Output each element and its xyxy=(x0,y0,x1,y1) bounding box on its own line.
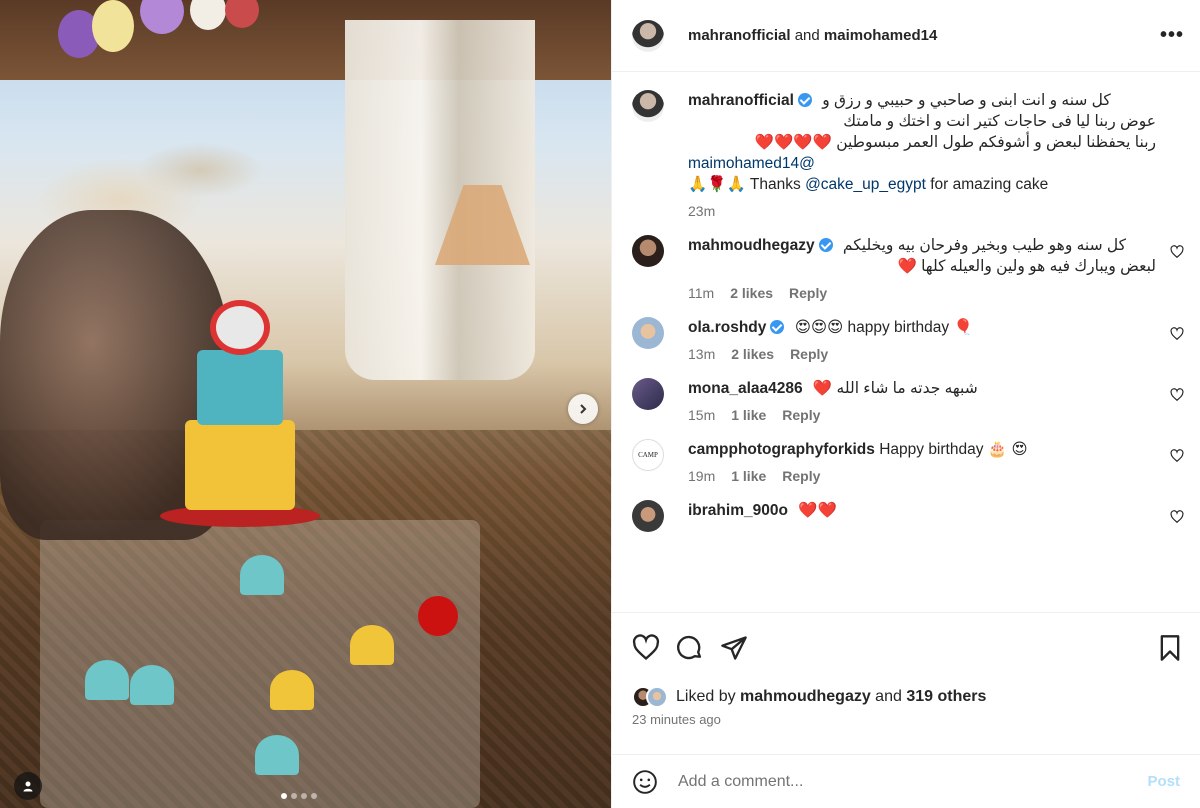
cupcake xyxy=(85,660,129,700)
comment-text: ❤️❤️ xyxy=(798,502,837,519)
cupcake xyxy=(130,665,174,705)
commenter-avatar[interactable] xyxy=(632,378,664,410)
commenter-username[interactable]: ibrahim_900o xyxy=(688,502,788,519)
liked-by-user[interactable]: mahmoudhegazy xyxy=(740,688,871,705)
comment-text: لبعض ويبارك فيه هو ولين والعيله كلها ❤️ xyxy=(897,258,1156,275)
commenter-avatar[interactable] xyxy=(632,235,664,267)
more-options-icon[interactable]: ••• xyxy=(1160,24,1184,47)
post-actions xyxy=(612,612,1200,682)
caption-thanks-pre: 🙏🌹🙏 Thanks xyxy=(688,176,806,193)
caption-line: ربنا يحفظنا لبعض و أشوفكم طول العمر مبسو… xyxy=(754,134,1156,151)
add-comment-bar: Post xyxy=(612,754,1200,808)
caption-thanks-post: for amazing cake xyxy=(925,176,1049,193)
comment-likes[interactable]: 1 like xyxy=(731,468,766,484)
red-rose xyxy=(418,596,458,636)
caption-username[interactable]: mahranofficial xyxy=(688,92,794,109)
comment-text: كل سنه وهو طيب وبخير وفرحان بيه ويخليكم xyxy=(842,237,1127,254)
like-heart-icon[interactable] xyxy=(632,633,660,662)
reply-button[interactable]: Reply xyxy=(782,468,820,484)
caption: mahranofficial كل سنه و انت ابنى و صاحبي… xyxy=(632,90,1184,219)
carousel-dot xyxy=(281,793,287,799)
commenter-avatar[interactable]: CAMP xyxy=(632,439,664,471)
post-photo[interactable] xyxy=(0,0,611,808)
post-comment-button[interactable]: Post xyxy=(1147,773,1180,790)
post-time[interactable]: 23 minutes ago xyxy=(612,712,1200,734)
liked-by-prefix: Liked by xyxy=(676,688,741,705)
caption-avatar[interactable] xyxy=(632,90,664,122)
comment-item: ola.roshdy 😍😍😍 happy birthday 🎈 13m 2 li… xyxy=(632,317,1184,362)
commenter-avatar[interactable] xyxy=(632,500,664,532)
save-bookmark-icon[interactable] xyxy=(1156,634,1184,662)
likers-avatars xyxy=(632,686,668,708)
like-comment-heart-icon[interactable] xyxy=(1170,388,1184,402)
like-comment-heart-icon[interactable] xyxy=(1170,449,1184,463)
comment-text: Happy birthday 🎂 😍 xyxy=(879,441,1028,458)
cupcake xyxy=(240,555,284,595)
comment-input[interactable] xyxy=(678,772,1148,791)
caption-line: كل سنه و انت ابنى و صاحبي و حبيبي و رزق … xyxy=(822,92,1111,109)
liker-avatar xyxy=(646,686,668,708)
coauthor-username[interactable]: maimohamed14 xyxy=(824,27,937,44)
comment-text: ❤️ شبهه جدته ما شاء الله xyxy=(812,380,978,397)
comment-item: mona_alaa4286 ❤️ شبهه جدته ما شاء الله 1… xyxy=(632,378,1184,423)
caption-mention[interactable]: maimohamed14@ xyxy=(688,153,1156,174)
like-comment-heart-icon[interactable] xyxy=(1170,245,1184,259)
comments-list[interactable]: mahranofficial كل سنه و انت ابنى و صاحبي… xyxy=(612,72,1200,612)
balloon xyxy=(92,0,134,52)
authors-joiner: and xyxy=(794,27,820,44)
commenter-username[interactable]: mahmoudhegazy xyxy=(688,237,815,254)
author-username[interactable]: mahranofficial xyxy=(688,27,791,44)
commenter-username[interactable]: mona_alaa4286 xyxy=(688,380,803,397)
liked-by-others[interactable]: 319 others xyxy=(906,688,986,705)
post-details-panel: mahranofficial and maimohamed14 ••• mahr… xyxy=(611,0,1200,808)
comment-likes[interactable]: 2 likes xyxy=(730,285,773,301)
reply-button[interactable]: Reply xyxy=(790,346,828,362)
carousel-next-button[interactable] xyxy=(568,394,598,424)
like-comment-heart-icon[interactable] xyxy=(1170,327,1184,341)
cupcake xyxy=(255,735,299,775)
post-authors: mahranofficial and maimohamed14 xyxy=(688,27,937,44)
share-paper-plane-icon[interactable] xyxy=(720,634,748,662)
author-avatar[interactable] xyxy=(632,19,664,52)
comment-item: CAMP campphotographyforkids Happy birthd… xyxy=(632,439,1184,484)
comment-likes[interactable]: 2 likes xyxy=(731,346,774,362)
post-header: mahranofficial and maimohamed14 ••• xyxy=(612,0,1200,72)
birthday-cake xyxy=(160,300,320,527)
verified-badge-icon xyxy=(797,93,812,107)
carousel-dot xyxy=(311,793,317,799)
comment-time[interactable]: 15m xyxy=(688,407,715,423)
like-comment-heart-icon[interactable] xyxy=(1170,510,1184,524)
caption-time[interactable]: 23m xyxy=(688,203,715,219)
chevron-right-icon xyxy=(580,404,587,414)
carousel-dot xyxy=(291,793,297,799)
likes-summary[interactable]: Liked by mahmoudhegazy and 319 others xyxy=(612,682,1200,712)
verified-badge-icon xyxy=(818,238,833,252)
reply-button[interactable]: Reply xyxy=(782,407,820,423)
caption-cake-link[interactable]: @cake_up_egypt xyxy=(805,176,926,193)
verified-badge-icon xyxy=(770,320,785,334)
tagged-users-button[interactable] xyxy=(14,772,42,800)
comment-item: ibrahim_900o ❤️❤️ xyxy=(632,500,1184,532)
comment-bubble-icon[interactable] xyxy=(676,634,704,662)
cupcake xyxy=(270,670,314,710)
comment-text: 😍😍😍 happy birthday 🎈 xyxy=(794,319,973,336)
reply-button[interactable]: Reply xyxy=(789,285,827,301)
comment-time[interactable]: 11m xyxy=(688,285,714,301)
caption-line: عوض ربنا ليا فى حاجات كتير انت و اختك و … xyxy=(843,113,1156,130)
carousel-dots xyxy=(281,793,317,799)
comment-likes[interactable]: 1 like xyxy=(731,407,766,423)
carousel-dot xyxy=(301,793,307,799)
comment-time[interactable]: 13m xyxy=(688,346,715,362)
user-icon xyxy=(23,781,33,792)
commenter-avatar[interactable] xyxy=(632,317,664,349)
commenter-username[interactable]: ola.roshdy xyxy=(688,319,766,336)
liked-by-and: and xyxy=(870,688,907,705)
emoji-smiley-icon[interactable] xyxy=(632,769,658,795)
comment-time[interactable]: 19m xyxy=(688,468,715,484)
comment-item: mahmoudhegazy كل سنه وهو طيب وبخير وفرحا… xyxy=(632,235,1184,301)
cupcake xyxy=(350,625,394,665)
commenter-username[interactable]: campphotographyforkids xyxy=(688,441,875,458)
